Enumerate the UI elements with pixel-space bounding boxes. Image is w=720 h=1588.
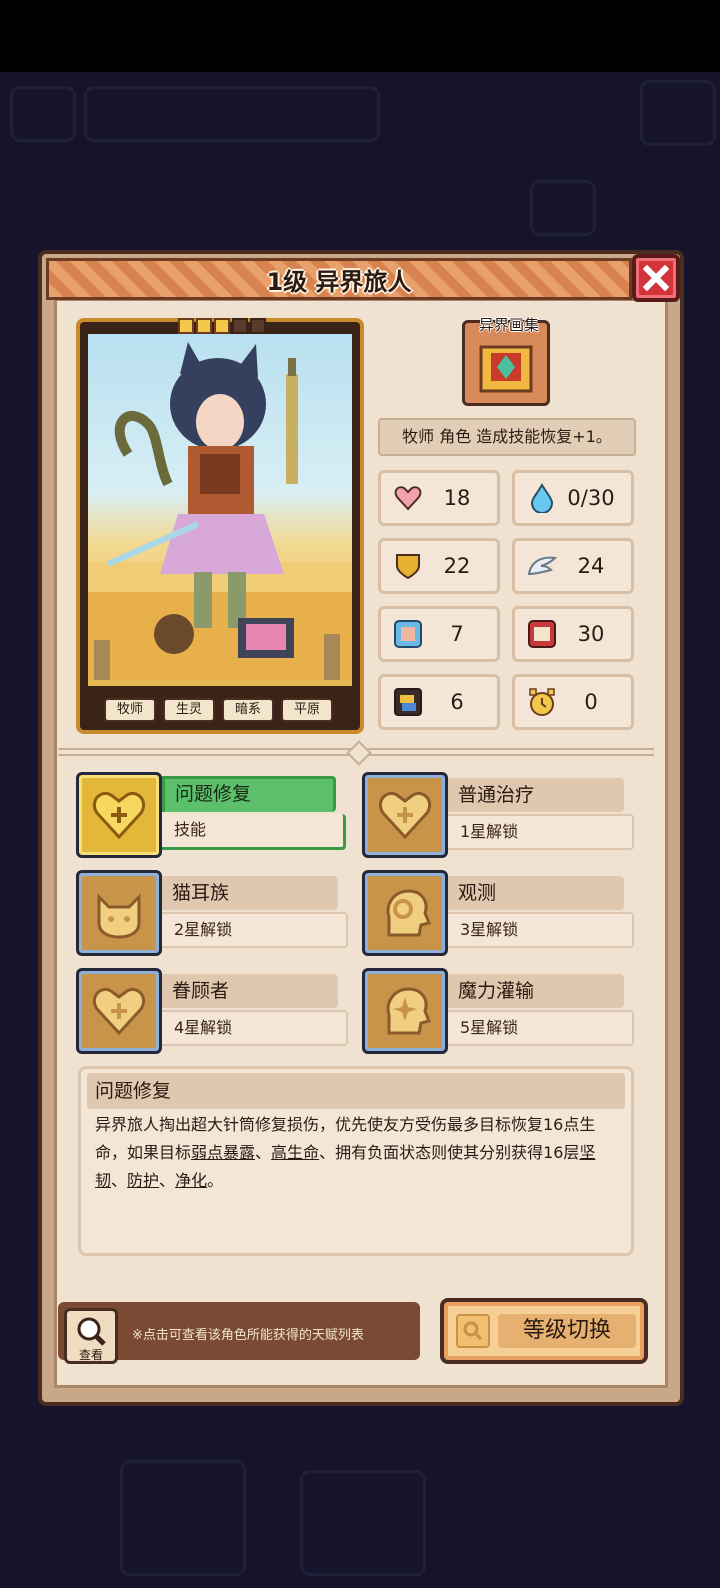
skill-slot-normal-heal[interactable]: 普通治疗 1星解锁	[362, 772, 634, 858]
background-decoration	[530, 180, 596, 236]
stat-speed: 24	[512, 538, 634, 594]
skill-slot-cat-ear[interactable]: 猫耳族 2星解锁	[76, 870, 348, 956]
skill-name: 猫耳族	[162, 876, 338, 910]
skill-detail-text: 异界旅人掏出超大针筒修复损伤，优先使友方受伤最多目标恢复16点生命，如果目标弱点…	[95, 1111, 625, 1195]
keyword-link[interactable]: 净化	[175, 1171, 207, 1190]
water-drop-icon	[530, 483, 554, 513]
keyword-link[interactable]: 防护	[127, 1171, 159, 1190]
star-rating	[178, 318, 266, 334]
background-decoration	[640, 80, 716, 146]
background-decoration	[300, 1470, 426, 1576]
tag-terrain: 平原	[281, 698, 333, 722]
top-status-area	[0, 0, 720, 72]
stat-value: 0	[584, 690, 598, 714]
view-label: 查看	[78, 1348, 103, 1362]
level-switch-button[interactable]: 等级切换	[440, 1298, 648, 1364]
background-decoration	[84, 86, 380, 142]
alarm-clock-icon	[529, 688, 555, 716]
tag-element: 暗系	[222, 698, 274, 722]
tag-race: 生灵	[163, 698, 215, 722]
skill-slot-problem-fix[interactable]: 问题修复 技能	[76, 772, 348, 858]
close-button[interactable]	[632, 254, 680, 302]
detail-text-segment: 、	[111, 1171, 128, 1190]
gallery-label: 异界画集	[478, 316, 539, 334]
detail-text-segment: 、	[255, 1143, 272, 1162]
detail-text-segment: 、	[159, 1171, 176, 1190]
character-artwork	[88, 334, 352, 686]
magnifier-icon	[463, 1321, 483, 1341]
stat-magic-attack: 30	[512, 606, 634, 662]
title-bar: 1级 异界旅人	[46, 258, 632, 300]
stat-cards: 6	[378, 674, 500, 730]
stat-value: 7	[450, 622, 464, 646]
stat-health: 18	[378, 470, 500, 526]
stat-value: 0/30	[567, 486, 615, 510]
view-talents-button[interactable]: 查看	[64, 1308, 118, 1364]
cat-face-icon	[97, 893, 141, 939]
skill-subtitle: 3星解锁	[448, 912, 634, 948]
character-portrait-card[interactable]: 牧师 生灵 暗系 平原	[76, 318, 364, 734]
star-empty-icon	[250, 318, 266, 334]
star-empty-icon	[232, 318, 248, 334]
heart-plus-icon	[92, 988, 146, 1036]
trait-description: 牧师 角色 造成技能恢复+1。	[378, 418, 636, 456]
hint-text: ※点击可查看该角色所能获得的天赋列表	[132, 1328, 364, 1343]
star-filled-icon	[214, 318, 230, 334]
detail-text-segment: 。	[207, 1171, 224, 1190]
star-filled-icon	[178, 318, 194, 334]
card-icon	[394, 688, 422, 716]
stat-mana: 0/30	[512, 470, 634, 526]
wing-icon	[527, 556, 557, 576]
heart-plus-icon	[378, 792, 432, 840]
book-icon	[479, 345, 533, 393]
stat-cooldown: 0	[512, 674, 634, 730]
skill-name: 观测	[448, 876, 624, 910]
skill-name: 魔力灌输	[448, 974, 624, 1008]
tag-class: 牧师	[104, 698, 156, 722]
skill-detail-box: 问题修复 异界旅人掏出超大针筒修复损伤，优先使友方受伤最多目标恢复16点生命，如…	[78, 1066, 634, 1256]
stat-value: 6	[450, 690, 464, 714]
skill-subtitle: 4星解锁	[162, 1010, 348, 1046]
skill-slot-mana-infusion[interactable]: 魔力灌输 5星解锁	[362, 968, 634, 1054]
skill-subtitle: 5星解锁	[448, 1010, 634, 1046]
stat-physical-attack: 7	[378, 606, 500, 662]
page-title: 1级 异界旅人	[266, 267, 412, 296]
star-filled-icon	[196, 318, 212, 334]
fist-icon	[394, 620, 422, 648]
stat-value: 18	[443, 486, 471, 510]
detail-text-segment: 、拥有负面状态则使其分别获得16层	[319, 1143, 580, 1162]
skill-name: 眷顾者	[162, 974, 338, 1008]
skill-slot-observe[interactable]: 观测 3星解锁	[362, 870, 634, 956]
skill-name: 问题修复	[162, 776, 336, 812]
close-icon	[643, 265, 669, 291]
background-decoration	[10, 86, 76, 142]
skill-name: 普通治疗	[448, 778, 624, 812]
keyword-link[interactable]: 高生命	[271, 1143, 319, 1162]
character-tags: 牧师 生灵 暗系 平原	[104, 698, 333, 722]
head-sparkle-icon	[386, 987, 432, 1035]
stat-value: 24	[577, 554, 605, 578]
skill-slot-blessed[interactable]: 眷顾者 4星解锁	[76, 968, 348, 1054]
skill-subtitle: 2星解锁	[162, 912, 348, 948]
skill-subtitle: 1星解锁	[448, 814, 634, 850]
shield-icon	[396, 554, 420, 580]
skill-subtitle: 技能	[162, 814, 346, 850]
book-icon	[528, 620, 556, 648]
head-gear-icon	[386, 889, 432, 937]
heart-plus-icon	[92, 792, 146, 840]
stat-value: 22	[443, 554, 471, 578]
background-decoration	[120, 1460, 246, 1576]
stat-defense: 22	[378, 538, 500, 594]
heart-icon	[394, 486, 422, 511]
keyword-link[interactable]: 弱点暴露	[191, 1143, 255, 1162]
skill-detail-title: 问题修复	[87, 1073, 625, 1109]
stat-value: 30	[577, 622, 605, 646]
level-switch-label: 等级切换	[498, 1314, 636, 1348]
